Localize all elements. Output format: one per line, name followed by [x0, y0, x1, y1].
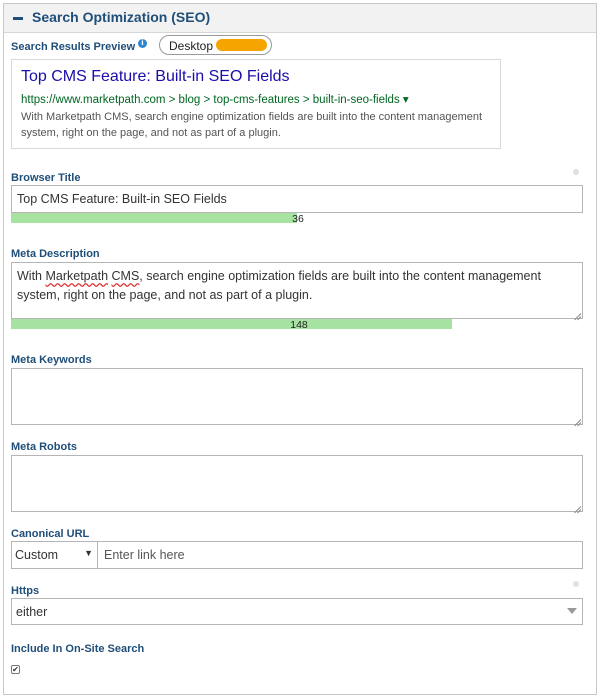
canonical-url-label: Canonical URL — [11, 528, 90, 540]
resize-handle-icon[interactable] — [573, 415, 581, 423]
minus-icon[interactable] — [13, 9, 25, 27]
https-select[interactable]: either — [11, 598, 583, 625]
search-preview-label: Search Results Preview — [11, 41, 136, 53]
resize-handle-icon[interactable] — [573, 309, 581, 317]
resize-handle-icon[interactable] — [573, 502, 581, 510]
canonical-link-input[interactable] — [98, 542, 584, 568]
canonical-type-select[interactable]: Custom ▼ — [11, 541, 98, 569]
canonical-link-field[interactable] — [97, 541, 584, 569]
info-icon[interactable]: i — [138, 39, 147, 48]
device-toggle[interactable]: Desktop — [159, 35, 272, 55]
meta-robots-field[interactable] — [11, 455, 583, 512]
dropdown-caret-icon — [567, 608, 577, 614]
https-value: either — [16, 605, 48, 619]
status-dot — [573, 581, 579, 587]
canonical-type-value: Custom — [15, 548, 59, 562]
seo-panel-header[interactable]: Search Optimization (SEO) — [4, 4, 596, 33]
meta-keywords-field[interactable] — [11, 368, 583, 425]
meta-description-value: With Marketpath CMS, search engine optim… — [17, 269, 541, 302]
preview-title: Top CMS Feature: Built-in SEO Fields — [21, 68, 290, 85]
preview-description: With Marketpath CMS, search engine optim… — [21, 111, 483, 139]
meta-description-label: Meta Description — [11, 248, 100, 260]
onsite-search-label: Include In On-Site Search — [11, 643, 145, 655]
browser-title-label: Browser Title — [11, 172, 81, 184]
onsite-search-checkbox[interactable]: ✔ — [11, 665, 20, 674]
dropdown-caret-icon: ▼ — [84, 548, 93, 558]
meta-description-char-count: 148 — [290, 319, 308, 331]
device-toggle-label: Desktop — [169, 39, 214, 53]
search-preview-box: Top CMS Feature: Built-in SEO Fields htt… — [11, 59, 501, 149]
meta-robots-label: Meta Robots — [11, 441, 77, 453]
status-dot — [573, 169, 579, 175]
meta-description-length-bar — [11, 319, 452, 329]
meta-keywords-label: Meta Keywords — [11, 354, 92, 366]
preview-url: https://www.marketpath.com > blog > top-… — [21, 94, 409, 106]
toggle-knob[interactable] — [216, 39, 267, 51]
panel-title: Search Optimization (SEO) — [32, 9, 211, 25]
https-label: Https — [11, 585, 40, 597]
browser-title-value: Top CMS Feature: Built-in SEO Fields — [17, 192, 227, 206]
meta-description-field[interactable]: With Marketpath CMS, search engine optim… — [11, 262, 583, 319]
browser-title-length-bar — [11, 213, 297, 223]
browser-title-char-count: 36 — [292, 213, 304, 225]
browser-title-field[interactable]: Top CMS Feature: Built-in SEO Fields — [11, 185, 583, 213]
